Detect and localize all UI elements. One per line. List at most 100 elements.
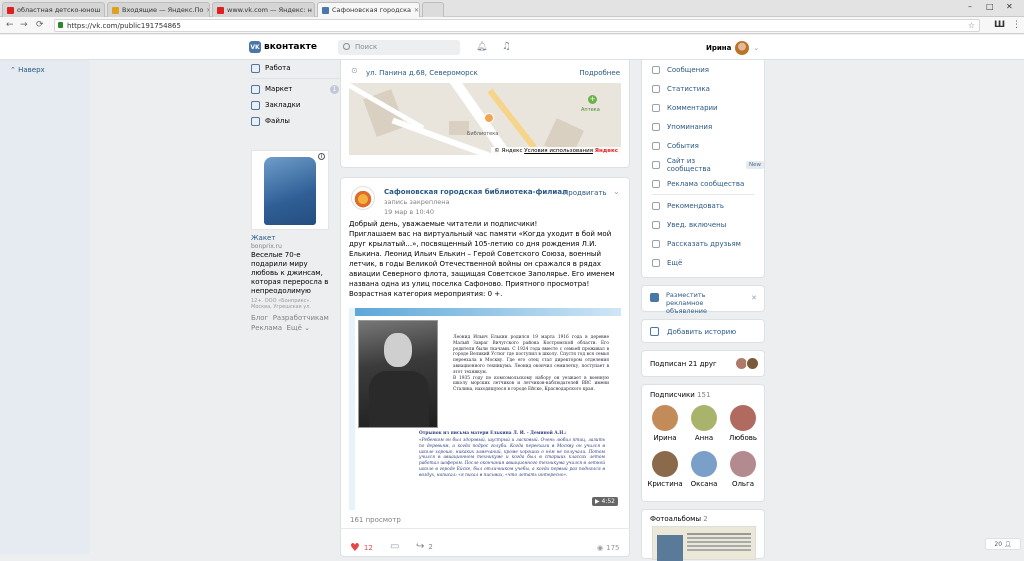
map-building [449,121,469,135]
menu-item-events[interactable]: События [642,136,764,155]
menu-item-files[interactable]: Файлы [251,113,341,129]
post-text: Добрый день, уважаемые читатели и подпис… [349,219,624,299]
message-icon [652,66,660,74]
music-icon[interactable]: ♫ [502,41,511,52]
friend-avatar [746,357,759,370]
ad-image[interactable]: i [251,150,329,230]
subscriber[interactable]: Оксана [684,451,724,488]
subscriber[interactable]: Анна [684,405,724,442]
bell-icon[interactable]: 🔔︎ [476,42,487,52]
close-icon[interactable]: ✕ [206,7,210,14]
menu-item-site[interactable]: Сайт из сообществаNew [642,155,764,174]
close-icon[interactable]: ✕ [751,294,757,302]
address-bar: ← → ⟳ https://vk.com/public191754865☆ Ш … [0,17,1024,34]
location-icon: ⊙ [351,66,358,75]
albums-card: Фотоальбомы 2 [641,509,765,559]
add-story-card[interactable]: Добавить историю [641,319,765,343]
map[interactable]: Библиотека + Аптека © Яндекс Условия исп… [349,83,621,155]
menu-item-share[interactable]: Рассказать друзьям [642,234,764,253]
new-badge: New [746,161,764,169]
user-menu[interactable]: Ирина⌄ [706,41,759,55]
subscriber[interactable]: Ольга [723,451,763,488]
footer-link-more[interactable]: Ещё [287,324,302,332]
extension-icon[interactable]: Ш [994,20,1005,30]
footer-link-blog[interactable]: Блог [251,314,268,322]
map-pin-icon[interactable] [484,113,494,123]
menu-item-market[interactable]: Маркет1 [251,81,341,97]
maximize-icon[interactable]: □ [986,2,994,11]
close-window-icon[interactable]: ✕ [1006,2,1013,11]
albums-heading[interactable]: Фотоальбомы 2 [650,515,708,523]
forward-icon[interactable]: → [20,20,28,30]
browser-tab-active[interactable]: Сафоновская городска✕ [317,2,420,17]
chevron-down-icon[interactable]: ⌄ [613,187,620,196]
address-link[interactable]: ул. Панина д.68, Североморск [366,69,478,77]
vk-icon [322,7,329,14]
post-date[interactable]: 19 мар в 10:40 [384,208,434,216]
star-icon[interactable]: ☆ [968,21,975,30]
menu-item-stats[interactable]: Статистика [642,79,764,98]
more-link[interactable]: Подробнее [579,69,620,77]
menu-item-mentions[interactable]: Упоминания [642,117,764,136]
ad-block[interactable]: i Жакет bonprix.ru Веселые 70-е подарили… [251,150,331,310]
menu-item-recommend[interactable]: Рекомендовать [642,196,764,215]
menu-item-work[interactable]: Работа [251,60,341,76]
menu-item-comments[interactable]: Комментарии [642,98,764,117]
info-icon[interactable]: i [318,153,325,160]
menu-item-notifications[interactable]: Увед. включены [642,215,764,234]
community-avatar[interactable] [351,186,375,210]
promote-button[interactable]: Продвигать [563,189,607,197]
menu-icon[interactable]: ⋮ [1012,20,1021,30]
browser-tab[interactable]: Входящие — Яндекс.По✕ [107,2,210,17]
menu-item-bookmarks[interactable]: Закладки [251,97,341,113]
map-terms-link[interactable]: Условия использования [524,148,593,154]
reload-icon[interactable]: ⟳ [36,20,44,30]
subscriber[interactable]: Любовь [723,405,763,442]
minimize-icon[interactable]: – [968,2,972,11]
album-cover[interactable] [652,526,756,560]
map-copyright: © Яндекс Условия использования Яндекс [491,147,621,155]
search-icon [343,43,350,50]
avatar [691,405,717,431]
vk-logo[interactable]: VKвконтакте [249,41,317,53]
left-menu: Работа Маркет1 Закладки Файлы [251,60,341,129]
close-icon[interactable]: ✕ [103,7,105,14]
friends-subscribed-card[interactable]: Подписан 21 друг [641,350,765,377]
browser-tab[interactable]: www.vk.com — Яндекс: н✕ [212,2,315,17]
yandex-icon [217,7,224,14]
menu-item-messages[interactable]: Сообщения [642,60,764,79]
like-button[interactable]: ♥12 [350,541,373,554]
scroll-up-button[interactable]: ⌃ Наверх [10,66,45,74]
subscribers-heading[interactable]: Подписчики 151 [650,391,710,399]
comment-icon[interactable]: ▭ [390,541,399,552]
ad-title[interactable]: Жакет [251,234,331,242]
album-image [657,535,683,561]
portrait-photo [358,320,438,428]
share-button[interactable]: ↪2 [416,541,433,552]
back-icon[interactable]: ← [6,20,14,30]
browser-tab[interactable]: областная детско-юнош✕ [2,2,105,17]
more-icon [652,259,660,267]
eye-icon: ◉ [597,544,603,552]
menu-item-more[interactable]: Ещё [642,253,764,272]
ad-site[interactable]: bonprix.ru [251,243,331,250]
post-author[interactable]: Сафоновская городская библиотека-филиал [384,188,567,196]
friends-online-button[interactable]: 20 👤︎ [985,538,1021,550]
post-video[interactable]: Леонид Ильич Елькин родился 19 марта 191… [349,308,621,510]
subscriber[interactable]: Кристина [645,451,685,488]
promo-link[interactable]: Разместить рекламное объявление [666,291,744,315]
footer-link-dev[interactable]: Разработчикам [273,314,329,322]
search-input[interactable]: Поиск [338,40,460,55]
footer-link-ads[interactable]: Реклама [251,324,282,332]
scroll-up-area[interactable] [0,60,90,554]
subscriber[interactable]: Ирина [645,405,685,442]
friends-subscribed-label: Подписан 21 друг [650,360,717,368]
poster-letter-text: «Ребенком он был здоровый, шустрый и лас… [419,438,605,479]
pinned-label: запись закреплена [384,198,450,206]
new-tab-button[interactable] [422,2,444,17]
promo-card[interactable]: Разместить рекламное объявление ✕ [641,285,765,312]
add-story-link[interactable]: Добавить историю [667,328,736,336]
menu-item-ads[interactable]: Реклама сообщества [642,174,764,193]
url-input[interactable]: https://vk.com/public191754865☆ [54,19,980,32]
close-icon[interactable]: ✕ [414,7,419,14]
